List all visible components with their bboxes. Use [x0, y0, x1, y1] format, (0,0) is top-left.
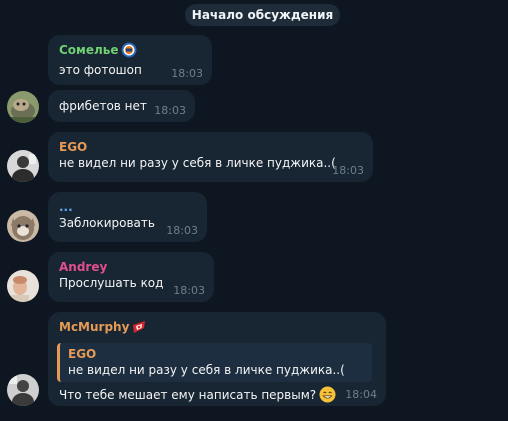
discussion-start-label: Начало обсуждения: [185, 4, 340, 26]
reply-text: не видел ни разу у себя в личке пуджика.…: [68, 363, 345, 377]
sender-name[interactable]: McMurphy: [59, 319, 376, 339]
message-bubble[interactable]: Сомелье это фотошоп 18:03: [48, 35, 212, 85]
message-bubble[interactable]: ... Заблокировать 18:03: [48, 192, 207, 242]
message-text: не видел ни разу у себя в личке пуджика.…: [59, 156, 336, 170]
spartak-logo-icon: [131, 319, 147, 339]
avatar[interactable]: [7, 374, 39, 406]
avatar[interactable]: [7, 270, 39, 302]
message-bubble[interactable]: Andrey Прослушать код 18:03: [48, 252, 214, 302]
sender-name[interactable]: Andrey: [59, 259, 204, 275]
message-time: 18:03: [173, 284, 205, 297]
reply-sender: EGO: [68, 347, 97, 361]
avatar[interactable]: [7, 150, 39, 182]
reply-quote[interactable]: EGO не видел ни разу у себя в личке пудж…: [57, 343, 372, 382]
chat-area: Начало обсуждения Сомелье это фотошоп 18…: [0, 0, 508, 421]
message-text-row: Что тебе мешает ему написать первым?: [59, 386, 376, 407]
sender-name[interactable]: EGO: [59, 139, 363, 155]
message-bubble[interactable]: фрибетов нет 18:03: [48, 90, 195, 122]
sender-name[interactable]: Сомелье: [59, 42, 202, 62]
avatar[interactable]: [7, 210, 39, 242]
sender-name[interactable]: ...: [59, 199, 197, 215]
message-text: Что тебе мешает ему написать первым?: [59, 388, 317, 402]
message-bubble[interactable]: McMurphy EGO не видел ни разу у себя в л…: [48, 312, 386, 406]
grinning-face-emoji-icon: [319, 386, 336, 407]
message-time: 18:03: [332, 164, 364, 177]
avatar[interactable]: [7, 91, 39, 123]
message-time: 18:03: [171, 67, 203, 80]
hockey-team-logo-icon: [121, 42, 137, 62]
message-bubble[interactable]: EGO не видел ни разу у себя в личке пудж…: [48, 132, 373, 182]
sender-name-text[interactable]: McMurphy: [59, 320, 129, 334]
message-time: 18:04: [345, 388, 377, 401]
message-time: 18:03: [154, 104, 186, 117]
message-time: 18:03: [166, 224, 198, 237]
sender-name-text[interactable]: Сомелье: [59, 43, 119, 57]
